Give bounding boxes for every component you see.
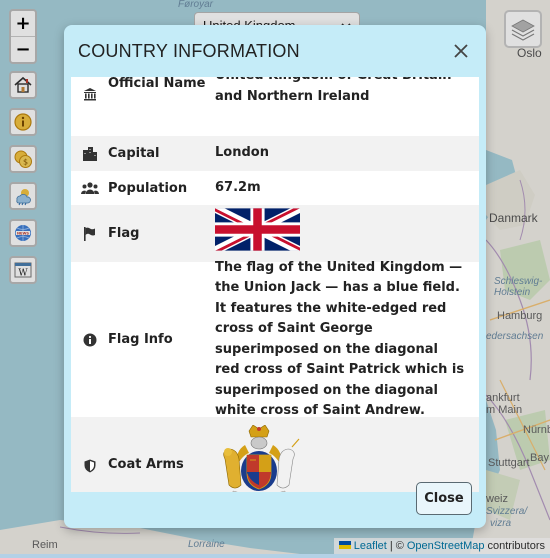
- modal-header: COUNTRY INFORMATION: [64, 25, 486, 77]
- landmark-icon: [71, 87, 108, 101]
- info-circle-icon: [71, 333, 108, 347]
- modal-body[interactable]: Official Name United Kingdom of Great Br…: [71, 77, 479, 492]
- people-icon: [71, 181, 108, 195]
- close-icon: [454, 44, 468, 58]
- table-row-coat-arms: Coat Arms: [71, 417, 479, 492]
- table-row-official-name: Official Name United Kingdom of Great Br…: [71, 77, 479, 136]
- table-row-capital: Capital London: [71, 136, 479, 171]
- row-label: Flag: [108, 226, 140, 241]
- city-icon: [71, 146, 108, 161]
- country-info-modal: COUNTRY INFORMATION Official Name and No…: [64, 25, 486, 528]
- modal-title: COUNTRY INFORMATION: [78, 40, 300, 61]
- row-label: Flag Info: [108, 332, 173, 347]
- flag-icon: [71, 226, 108, 241]
- row-label: Capital: [108, 146, 160, 161]
- table-row-flag-info: Flag Info The flag of the United Kingdom…: [71, 260, 479, 418]
- table-row-flag: Flag: [71, 205, 479, 262]
- row-label: Official Name: [108, 77, 206, 91]
- modal-close-button[interactable]: [450, 40, 472, 62]
- close-button[interactable]: Close: [416, 482, 472, 515]
- table-row-population: Population 67.2m: [71, 171, 479, 205]
- row-value: 67.2m: [215, 179, 261, 195]
- uk-flag-image: [215, 208, 300, 251]
- row-label: Population: [108, 180, 188, 196]
- info-table: Official Name United Kingdom of Great Br…: [71, 77, 479, 492]
- row-value-flag: [215, 208, 479, 259]
- row-label: Coat Arms: [108, 457, 184, 472]
- coat-of-arms-image: [223, 424, 300, 492]
- modal-footer: Close: [64, 482, 486, 528]
- row-value: United Kingdom of Great Britain and Nort…: [215, 77, 452, 104]
- row-value-coat-arms: [215, 417, 479, 492]
- shield-icon: [71, 459, 108, 473]
- row-value: London: [215, 145, 269, 161]
- row-value: The flag of the United Kingdom — the Uni…: [215, 259, 465, 419]
